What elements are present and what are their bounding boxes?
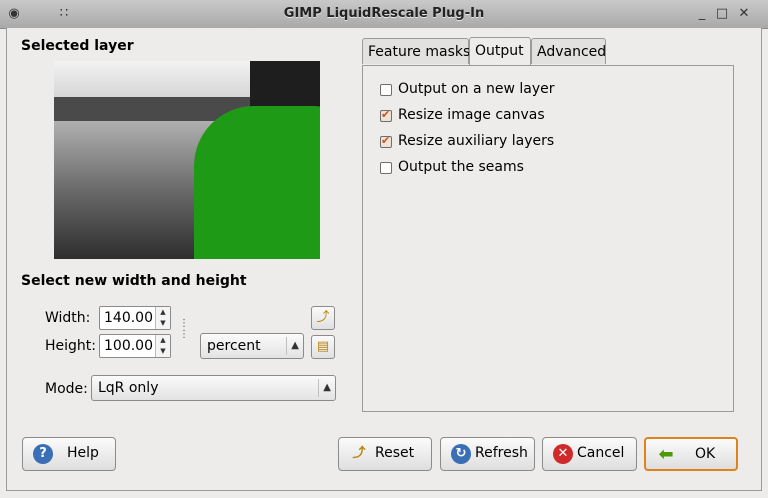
- title-bar[interactable]: ◉ ∷ GIMP LiquidRescale Plug-In _ □ ✕: [0, 0, 768, 29]
- maximize-icon[interactable]: □: [714, 6, 730, 22]
- ok-arrow-icon: ⬅: [658, 444, 674, 465]
- width-spin-input[interactable]: 140.00 ▲ ▼: [99, 306, 171, 330]
- output-seams-label[interactable]: Output the seams: [398, 159, 524, 175]
- ok-button[interactable]: ⬅ OK: [644, 437, 738, 471]
- mode-dropdown-icon: ▲: [318, 379, 331, 397]
- output-seams-checkbox[interactable]: [380, 162, 392, 174]
- height-spin-input[interactable]: 100.00 ▲ ▼: [99, 334, 171, 358]
- cancel-icon: ✕: [553, 444, 573, 464]
- cancel-button[interactable]: ✕ Cancel: [542, 437, 637, 471]
- layer-preview-image: [54, 61, 320, 259]
- set-size-from-layer-button[interactable]: ▤: [311, 335, 335, 359]
- width-spin-arrows[interactable]: ▲ ▼: [155, 307, 170, 329]
- reset-icon: ⤴: [352, 446, 366, 461]
- help-icon: ?: [33, 444, 53, 464]
- window-title: GIMP LiquidRescale Plug-In: [283, 6, 485, 21]
- reset-button[interactable]: ⤴ Reset: [338, 437, 432, 471]
- mode-select[interactable]: LqR only ▲: [91, 375, 336, 401]
- resize-icon: ⤴: [316, 310, 330, 325]
- units-select[interactable]: percent ▲: [200, 333, 304, 359]
- size-heading: Select new width and height: [21, 273, 247, 289]
- refresh-button[interactable]: ↻ Refresh: [440, 437, 535, 471]
- plugin-dialog-window: ◉ ∷ GIMP LiquidRescale Plug-In _ □ ✕ Sel…: [0, 0, 768, 498]
- layer-size-icon: ▤: [316, 339, 330, 354]
- set-size-from-image-button[interactable]: ⤴: [311, 306, 335, 330]
- tab-advanced[interactable]: Advanced: [531, 38, 606, 64]
- close-icon[interactable]: ✕: [736, 6, 752, 22]
- width-label: Width:: [45, 310, 91, 326]
- refresh-icon: ↻: [451, 444, 471, 464]
- units-dropdown-icon: ▲: [286, 337, 299, 355]
- tab-feature-masks[interactable]: Feature masks: [362, 38, 470, 64]
- minimize-icon[interactable]: _: [694, 6, 710, 22]
- resize-canvas-checkbox[interactable]: [380, 108, 392, 122]
- resize-canvas-label[interactable]: Resize image canvas: [398, 107, 545, 123]
- help-button[interactable]: ? Help: [22, 437, 116, 471]
- chain-link-icon[interactable]: ⋮ ⋮: [179, 318, 189, 340]
- height-spin-arrows[interactable]: ▲ ▼: [155, 335, 170, 357]
- height-label: Height:: [45, 338, 96, 354]
- resize-aux-layers-checkbox[interactable]: [380, 134, 392, 148]
- output-new-layer-checkbox[interactable]: [380, 84, 392, 96]
- tab-output[interactable]: Output: [469, 37, 531, 65]
- selected-layer-heading: Selected layer: [21, 38, 134, 54]
- output-new-layer-label[interactable]: Output on a new layer: [398, 81, 555, 97]
- mode-label: Mode:: [45, 381, 88, 397]
- resize-aux-layers-label[interactable]: Resize auxiliary layers: [398, 133, 554, 149]
